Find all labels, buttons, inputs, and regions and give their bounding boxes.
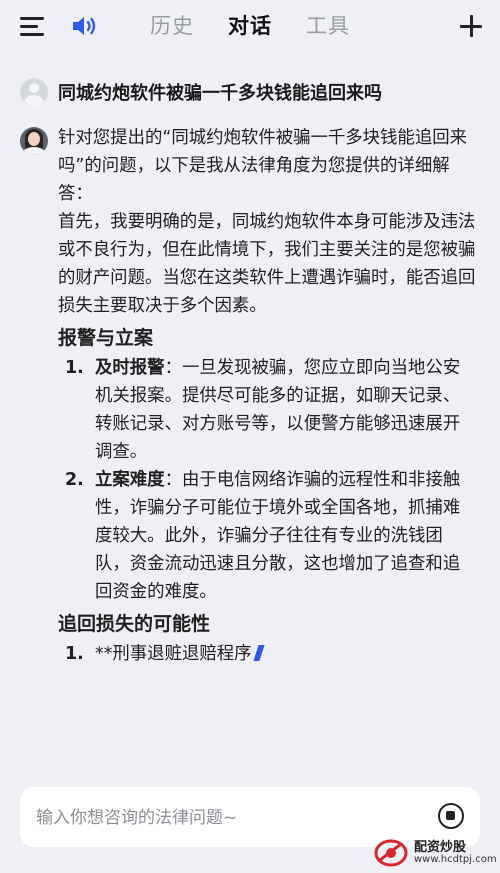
tab-chat[interactable]: 对话 (228, 8, 272, 48)
answer-intro: 针对您提出的“同城约炮软件被骗一千多块钱能追回来吗”的问题，以下是我从法律角度为… (58, 128, 467, 204)
list-item: 1. 及时报警：一旦发现被骗，您应立即向当地公安机关报案。提供尽可能多的证据，如… (65, 354, 476, 466)
chat-area: 同城约炮软件被骗一千多块钱能追回来吗 针对您提出的“同城约炮软件被骗一千多块钱能… (0, 60, 500, 780)
tab-tools[interactable]: 工具 (306, 8, 350, 48)
list-number: 1. (65, 358, 84, 378)
speaker-icon[interactable] (70, 13, 100, 39)
menu-icon[interactable] (20, 14, 46, 38)
typing-cursor (252, 645, 265, 661)
app: 历史 对话 工具 同城约炮软件被骗一千多块钱能追回来吗 针对您提出的“同城约炮软… (0, 0, 500, 873)
answer-paragraph: 首先，我要明确的是，同城约炮软件本身可能涉及违法或不良行为，但在此情境下，我们主… (58, 212, 476, 316)
user-question-text: 同城约炮软件被骗一千多块钱能追回来吗 (58, 83, 382, 104)
watermark-url: www.hcdtpj.com (414, 854, 497, 865)
top-bar: 历史 对话 工具 (0, 0, 500, 56)
list-item-title: 立案难度 (95, 470, 165, 490)
watermark-name: 配资炒股 (414, 840, 467, 855)
section-heading-report: 报警与立案 (58, 327, 154, 349)
watermark: 配资炒股 www.hcdtpj.com (374, 836, 497, 870)
watermark-logo-icon (374, 839, 408, 867)
section-heading-recovery: 追回损失的可能性 (58, 613, 211, 635)
user-avatar (20, 78, 48, 106)
tab-history[interactable]: 历史 (150, 8, 194, 48)
list-item: 2. 立案难度：由于电信网络诈骗的远程性和非接触性，诈骗分子可能位于境外或全国各… (65, 466, 476, 606)
assistant-avatar (20, 127, 48, 155)
list-item-title: 及时报警 (95, 358, 165, 378)
new-chat-button[interactable] (460, 15, 482, 37)
list-number: 1. (65, 644, 84, 664)
list-item-text: **刑事退赃退赔程序 (95, 644, 252, 664)
assistant-answer: 针对您提出的“同城约炮软件被骗一千多块钱能追回来吗”的问题，以下是我从法律角度为… (58, 124, 476, 668)
list-item: 1. **刑事退赃退赔程序 (65, 640, 476, 668)
question-input[interactable] (34, 803, 418, 833)
tab-bar: 历史 对话 工具 (150, 8, 350, 48)
stop-generation-button[interactable] (438, 803, 464, 829)
list-number: 2. (65, 470, 84, 490)
user-message: 同城约炮软件被骗一千多块钱能追回来吗 (20, 76, 480, 108)
